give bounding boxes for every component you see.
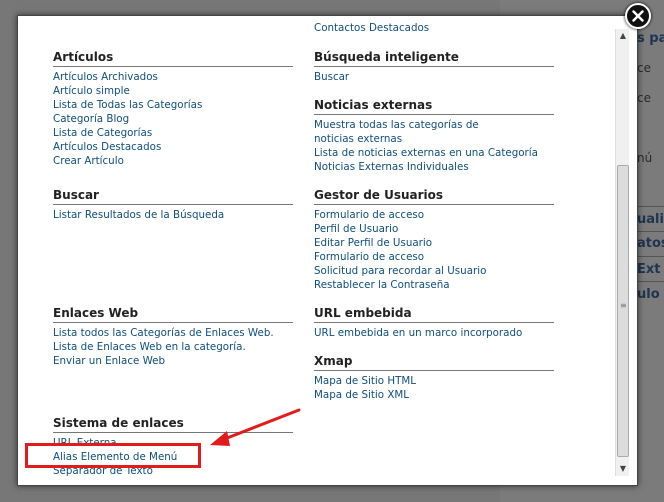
menu-type-link[interactable]: Contactos Destacados <box>314 21 429 35</box>
menu-type-link[interactable]: Lista de Todas las Categorías <box>53 98 293 112</box>
section-title: Artículos <box>53 49 293 67</box>
section-title: Enlaces Web <box>53 305 293 323</box>
menu-type-link[interactable]: Lista de Categorías <box>53 126 293 140</box>
annotation-highlight-box <box>25 443 201 468</box>
section-title: Búsqueda inteligente <box>314 49 554 67</box>
scroll-down-arrow-icon[interactable]: ▼ <box>616 462 630 476</box>
menu-type-link[interactable]: Muestra todas las categorías de noticias… <box>314 118 519 146</box>
section-enlaces-web: Enlaces Web Lista todos las Categorías d… <box>53 305 293 368</box>
menu-type-link[interactable]: Artículo simple <box>53 84 293 98</box>
menu-type-link[interactable]: Crear Artículo <box>53 154 293 168</box>
section-noticias-externas: Noticias externas Muestra todas las cate… <box>314 97 554 174</box>
menu-type-link[interactable]: Buscar <box>314 70 554 84</box>
menu-type-link[interactable]: Enviar un Enlace Web <box>53 354 293 368</box>
close-button[interactable] <box>625 3 651 29</box>
menu-type-link[interactable]: Formulario de acceso <box>314 208 554 222</box>
section-title: URL embebida <box>314 305 554 323</box>
section-xmap: Xmap Mapa de Sitio HTML Mapa de Sitio XM… <box>314 353 554 402</box>
section-title: Noticias externas <box>314 97 554 115</box>
modal-content: Contactos Destacados Artículos Artículos… <box>18 16 612 485</box>
menu-type-link[interactable]: Perfil de Usuario <box>314 222 554 236</box>
menu-type-link[interactable]: Formulario de acceso <box>314 250 554 264</box>
bg-fragment: ce <box>637 91 651 105</box>
menu-type-link[interactable]: Categoría Blog <box>53 112 293 126</box>
section-title: Buscar <box>53 187 293 205</box>
menu-type-link[interactable]: Mapa de Sitio XML <box>314 388 554 402</box>
menu-type-link[interactable]: Restablecer la Contraseña <box>314 278 554 292</box>
section-busqueda-inteligente: Búsqueda inteligente Buscar <box>314 49 554 84</box>
menu-type-link[interactable]: Artículos Archivados <box>53 70 293 84</box>
scroll-thumb[interactable]: ≡ <box>617 165 629 457</box>
menu-type-link[interactable]: Listar Resultados de la Búsqueda <box>53 208 293 222</box>
section-articulos: Artículos Artículos Archivados Artículo … <box>53 49 293 168</box>
section-buscar: Buscar Listar Resultados de la Búsqueda <box>53 187 293 222</box>
close-icon <box>632 10 644 22</box>
section-title: Xmap <box>314 353 554 371</box>
scroll-up-arrow-icon[interactable]: ▲ <box>616 29 630 43</box>
bg-fragment: nú <box>637 151 653 165</box>
bg-fragment: atos <box>637 236 664 251</box>
menu-type-link[interactable]: Noticias Externas Individuales <box>314 160 554 174</box>
menu-type-link[interactable]: Lista de noticias externas en una Catego… <box>314 146 554 160</box>
menu-type-link[interactable]: URL embebida en un marco incorporado <box>314 326 554 340</box>
menu-type-link[interactable]: Mapa de Sitio HTML <box>314 374 554 388</box>
section-title: Sistema de enlaces <box>53 415 293 433</box>
section-title: Gestor de Usuarios <box>314 187 554 205</box>
bg-fragment: ulo p <box>637 287 664 302</box>
menu-type-link[interactable]: Lista todos las Categorías de Enlaces We… <box>53 326 293 340</box>
menu-type-link[interactable]: Editar Perfil de Usuario <box>314 236 554 250</box>
bg-fragment: uali <box>637 212 664 227</box>
section-gestor-usuarios: Gestor de Usuarios Formulario de acceso … <box>314 187 554 292</box>
menu-type-link[interactable]: Artículos Destacados <box>53 140 293 154</box>
modal-scrollbar[interactable]: ▲ ≡ ▼ <box>615 29 629 476</box>
bg-fragment: Ext <box>637 262 661 277</box>
menu-item-type-modal: Contactos Destacados Artículos Artículos… <box>17 15 638 486</box>
section-url-embebida: URL embebida URL embebida en un marco in… <box>314 305 554 340</box>
bg-fragment: s pa <box>637 31 664 46</box>
menu-type-link[interactable]: Solicitud para recordar al Usuario <box>314 264 554 278</box>
bg-fragment: ce <box>637 61 651 75</box>
scroll-grip-icon: ≡ <box>620 301 627 310</box>
menu-type-link[interactable]: Lista de Enlaces Web en la categoría. <box>53 340 293 354</box>
